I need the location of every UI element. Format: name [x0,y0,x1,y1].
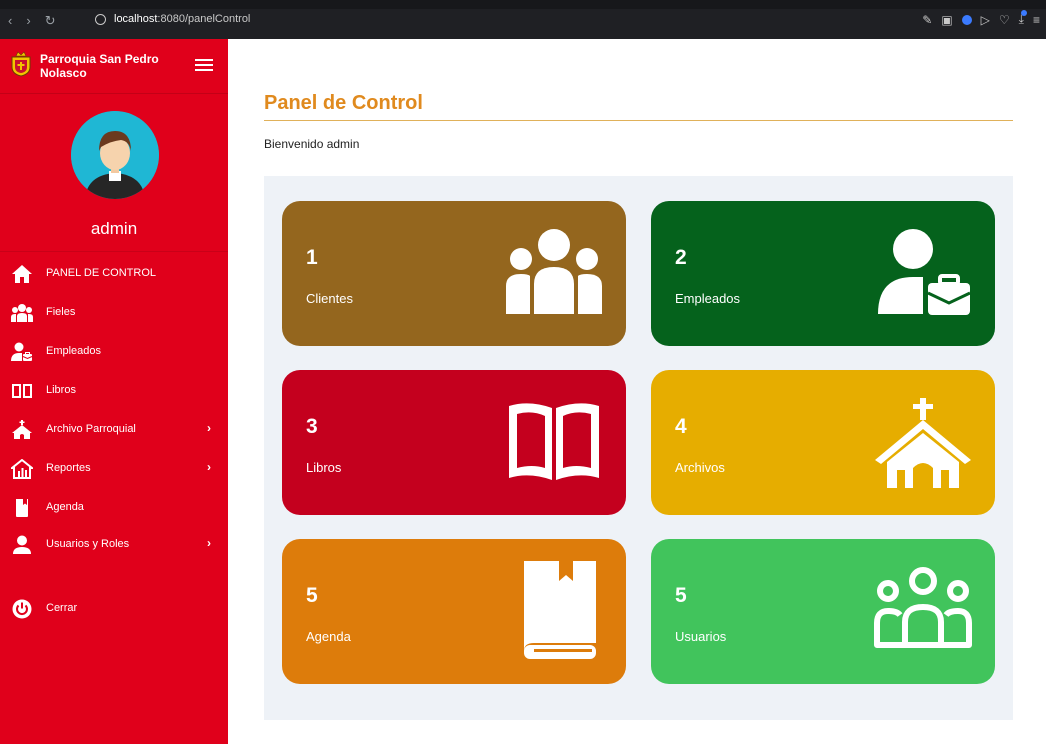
church-icon [11,420,33,440]
browser-extensions: ✎ ▣ ▷ ♡ ⤓ ≡ [922,10,1040,27]
card-count: 3 [306,415,318,438]
card-label: Usuarios [675,629,727,644]
sidebar-item-label: Cerrar [46,602,78,614]
users-outline-icon [874,567,972,648]
brand-name: Parroquia San Pedro Nolasco [40,52,170,80]
brand-name-line2: Nolasco [40,66,87,80]
sidebar-item-label: Archivo Parroquial [46,423,136,435]
card-count: 5 [306,584,318,607]
sidebar-item-label: Reportes [46,462,91,474]
sidebar-item-archivo-parroquial[interactable]: Archivo Parroquial › [0,413,228,447]
chevron-right-icon: › [207,421,211,435]
user-briefcase-icon [11,342,33,362]
home-icon [11,264,33,284]
avatar [71,111,159,199]
book-open-icon [11,381,33,401]
screenshot-icon[interactable]: ▣ [941,13,952,27]
card-archivos[interactable]: 4 Archivos [651,370,995,515]
browser-tab-strip [0,0,1046,9]
chart-house-icon [11,459,33,479]
priest-avatar-icon [71,111,159,199]
shield-icon[interactable] [961,14,972,25]
sidebar-item-panel-de-control[interactable]: PANEL DE CONTROL [0,257,228,291]
browser-nav-buttons: ‹ › ↻ [8,13,56,29]
card-label: Libros [306,460,342,475]
card-empleados[interactable]: 2 Empleados [651,201,995,346]
card-agenda[interactable]: 5 Agenda [282,539,626,684]
sidebar-item-label: Fieles [46,306,76,318]
welcome-message: Bienvenido admin [264,137,360,151]
bookmark-book-icon [11,498,33,518]
card-count: 5 [675,584,687,607]
brand-name-line1: Parroquia San Pedro [40,52,159,66]
card-count: 4 [675,415,687,438]
menu-icon[interactable]: ≡ [1033,13,1040,27]
title-divider [264,120,1013,121]
globe-icon [95,13,106,25]
users-icon [11,303,33,323]
heart-icon[interactable]: ♡ [999,13,1010,27]
card-count: 1 [306,246,318,269]
sidebar-item-fieles[interactable]: Fieles [0,296,228,330]
chevron-right-icon: › [207,460,211,474]
dashboard-cards-panel: 1 Clientes 2 Empleados 3 Libros 4 Archiv… [264,176,1013,720]
card-libros[interactable]: 3 Libros [282,370,626,515]
card-clientes[interactable]: 1 Clientes [282,201,626,346]
sidebar-item-label: Empleados [46,345,102,357]
parish-crest-icon [11,51,31,77]
back-icon[interactable]: ‹ [8,13,12,29]
reload-icon[interactable]: ↻ [45,13,56,29]
browser-toolbar: ‹ › ↻ localhost:8080/panelControl ✎ ▣ ▷ … [0,0,1046,39]
users-icon [506,229,602,314]
card-usuarios[interactable]: 5 Usuarios [651,539,995,684]
card-label: Empleados [675,291,741,306]
user-name: admin [90,219,138,238]
sidebar-item-agenda[interactable]: Agenda [0,491,228,525]
card-label: Archivos [675,460,725,475]
book-open-icon [509,403,599,480]
sidebar-item-empleados[interactable]: Empleados [0,335,228,369]
url-host: localhost [114,13,158,25]
forward-icon[interactable]: › [26,13,30,29]
sidebar-item-label: Usuarios y Roles [46,538,130,550]
user-briefcase-icon [878,229,971,315]
card-label: Clientes [306,291,353,306]
url-path: :8080/panelControl [157,13,251,25]
sidebar-item-usuarios-y-roles[interactable]: Usuarios y Roles › [0,528,228,562]
church-icon [875,398,971,488]
play-icon[interactable]: ▷ [981,13,990,27]
bookmark-book-icon [524,561,596,659]
card-count: 2 [675,246,687,269]
card-label: Agenda [306,629,351,644]
logout-button[interactable]: Cerrar [0,592,228,626]
sidebar-item-libros[interactable]: Libros [0,374,228,408]
address-bar[interactable]: localhost:8080/panelControl [95,13,250,25]
sidebar: Parroquia San Pedro Nolasco admin PANEL … [0,39,228,744]
sidebar-item-label: Libros [46,384,76,396]
sidebar-divider [0,251,228,252]
sidebar-item-label: Agenda [46,501,84,513]
sidebar-item-label: PANEL DE CONTROL [46,267,157,279]
user-icon [11,535,33,555]
chevron-right-icon: › [207,536,211,550]
brand-header: Parroquia San Pedro Nolasco [0,39,228,94]
hamburger-icon[interactable] [195,59,213,73]
download-icon[interactable]: ⤓ [1019,10,1028,27]
page-title: Panel de Control [264,92,423,114]
power-icon [11,599,33,619]
main-content: Panel de Control Bienvenido admin 1 Clie… [228,39,1046,744]
share-icon[interactable]: ✎ [922,13,932,27]
sidebar-item-reportes[interactable]: Reportes › [0,452,228,486]
